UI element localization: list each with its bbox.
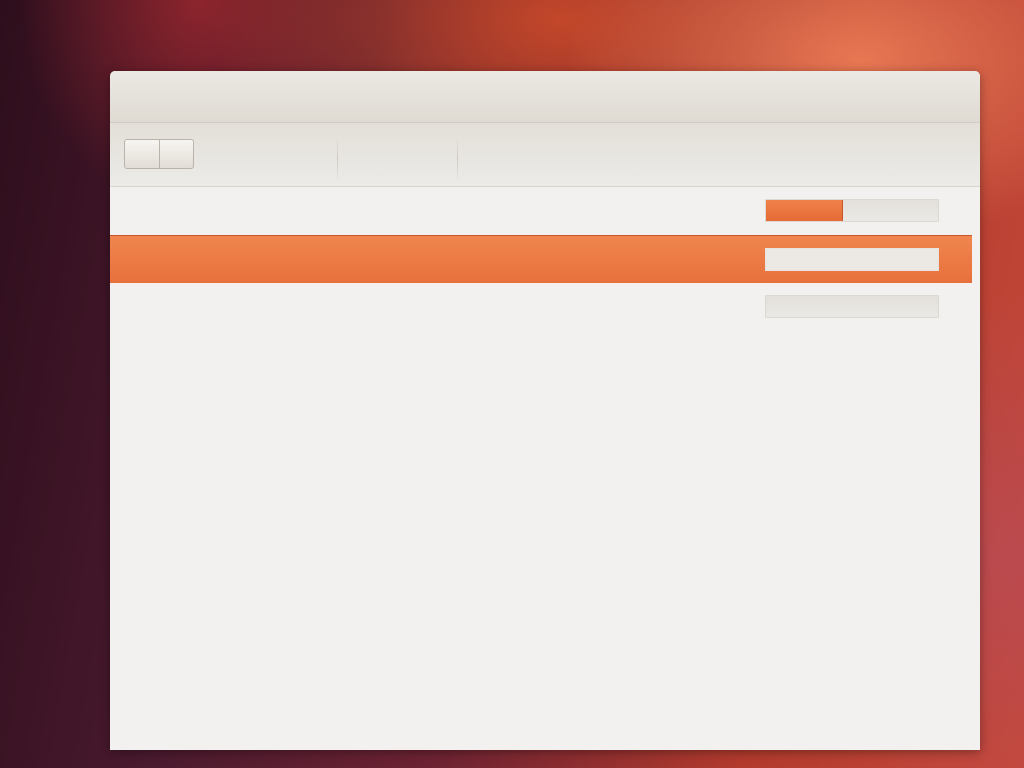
progress-bar	[765, 248, 939, 271]
list-item[interactable]	[110, 187, 972, 235]
list-item-selected[interactable]	[110, 235, 972, 283]
desktop-background	[0, 0, 1024, 768]
toolbar-separator	[457, 135, 458, 183]
toolbar	[110, 123, 980, 187]
window-titlebar[interactable]	[110, 71, 980, 123]
list-item[interactable]	[110, 283, 972, 331]
download-list	[110, 187, 980, 750]
app-window	[110, 71, 980, 750]
back-button[interactable]	[125, 140, 159, 168]
navigation-button-group	[124, 139, 194, 169]
forward-button[interactable]	[158, 140, 194, 168]
toolbar-separator	[337, 135, 338, 183]
progress-fill	[766, 200, 844, 221]
progress-bar	[765, 295, 939, 318]
progress-bar	[765, 199, 939, 222]
